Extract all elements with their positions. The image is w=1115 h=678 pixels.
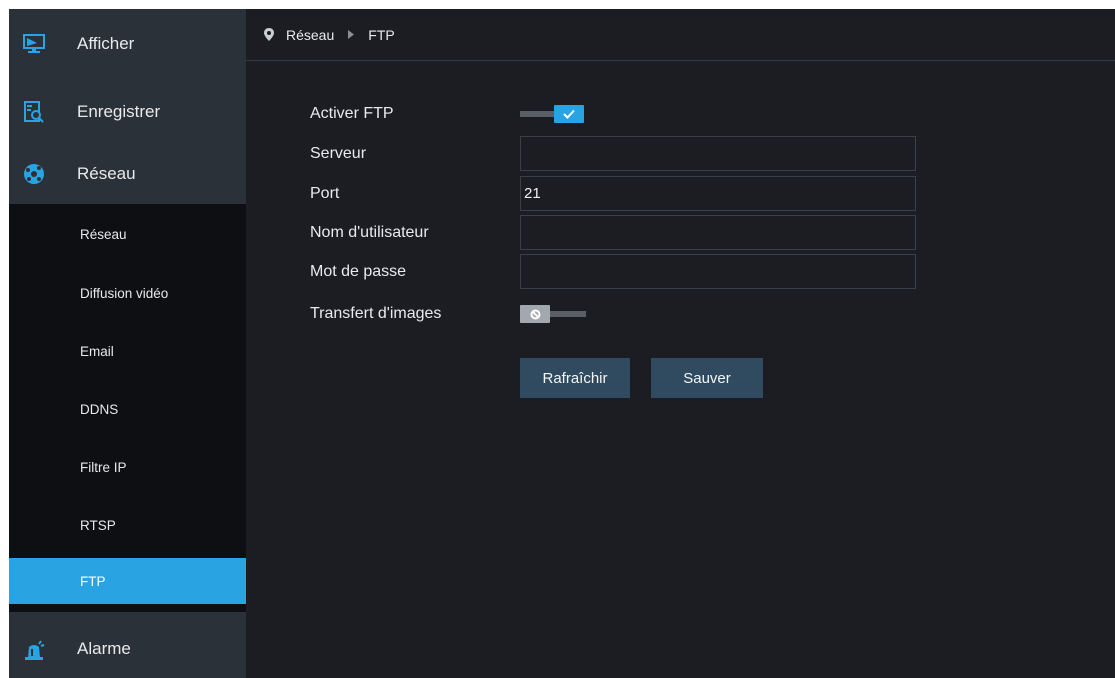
check-icon xyxy=(554,105,584,123)
password-label: Mot de passe xyxy=(310,262,407,280)
image-transfer-toggle[interactable] xyxy=(520,305,586,323)
submenu-item-label: Filtre IP xyxy=(80,459,127,475)
submenu-item-label: FTP xyxy=(80,573,106,589)
server-label: Serveur xyxy=(310,144,367,162)
sidebar-item-afficher[interactable]: Afficher xyxy=(9,9,246,79)
record-search-icon xyxy=(23,100,45,123)
password-row: Mot de passe xyxy=(310,254,916,289)
location-pin-icon xyxy=(264,28,274,41)
image-transfer-row: Transfert d'images xyxy=(310,301,586,327)
sidebar-item-label: Afficher xyxy=(77,34,135,53)
network-globe-icon xyxy=(23,163,45,185)
main-panel: Réseau FTP Activer FTP Serveur Port 21 N… xyxy=(246,9,1115,678)
sidebar-item-label: Alarme xyxy=(77,639,131,658)
enable-ftp-row: Activer FTP xyxy=(310,101,584,127)
port-input[interactable]: 21 xyxy=(520,176,916,211)
sidebar-item-enregistrer[interactable]: Enregistrer xyxy=(9,79,246,144)
sidebar-item-label: Réseau xyxy=(77,164,136,183)
submenu-item-rtsp[interactable]: RTSP xyxy=(9,496,246,554)
submenu-item-label: DDNS xyxy=(80,401,119,417)
image-transfer-label: Transfert d'images xyxy=(310,305,442,322)
server-input[interactable] xyxy=(520,136,916,171)
sidebar-item-reseau[interactable]: Réseau xyxy=(9,144,246,204)
app-frame: Afficher Enregistrer Réseau Réseau Diffu… xyxy=(9,9,1115,678)
submenu-divider xyxy=(9,604,246,612)
enable-ftp-toggle[interactable] xyxy=(520,105,584,123)
submenu-item-label: Email xyxy=(80,343,114,359)
submenu-item-diffusion-video[interactable]: Diffusion vidéo xyxy=(9,264,246,322)
submenu-item-ddns[interactable]: DDNS xyxy=(9,380,246,438)
submenu-item-email[interactable]: Email xyxy=(9,322,246,380)
username-row: Nom d'utilisateur xyxy=(310,215,916,250)
port-label: Port xyxy=(310,184,340,202)
refresh-button[interactable]: Rafraîchir xyxy=(520,358,630,398)
save-button[interactable]: Sauver xyxy=(651,358,763,398)
submenu-item-label: RTSP xyxy=(80,517,116,533)
disabled-icon xyxy=(520,305,550,323)
chevron-right-icon xyxy=(348,30,355,39)
server-row: Serveur xyxy=(310,136,916,171)
sidebar-item-label: Enregistrer xyxy=(77,101,161,121)
username-label: Nom d'utilisateur xyxy=(310,223,429,241)
alarm-siren-icon xyxy=(23,638,45,660)
submenu-item-ftp[interactable]: FTP xyxy=(9,558,246,604)
enable-ftp-label: Activer FTP xyxy=(310,105,394,122)
password-input[interactable] xyxy=(520,254,916,289)
username-input[interactable] xyxy=(520,215,916,250)
breadcrumb: Réseau FTP xyxy=(246,9,1115,61)
submenu-item-filtre-ip[interactable]: Filtre IP xyxy=(9,438,246,496)
submenu-item-label: Diffusion vidéo xyxy=(80,285,169,301)
submenu-item-reseau[interactable]: Réseau xyxy=(9,204,246,264)
port-row: Port 21 xyxy=(310,176,916,211)
submenu-item-label: Réseau xyxy=(80,226,127,242)
breadcrumb-page: FTP xyxy=(368,26,395,43)
monitor-icon xyxy=(23,33,45,55)
breadcrumb-section[interactable]: Réseau xyxy=(286,27,334,43)
sidebar-item-alarme[interactable]: Alarme xyxy=(9,620,246,678)
sidebar-submenu: Réseau Diffusion vidéo Email DDNS Filtre… xyxy=(9,204,246,612)
sidebar: Afficher Enregistrer Réseau Réseau Diffu… xyxy=(9,9,246,678)
